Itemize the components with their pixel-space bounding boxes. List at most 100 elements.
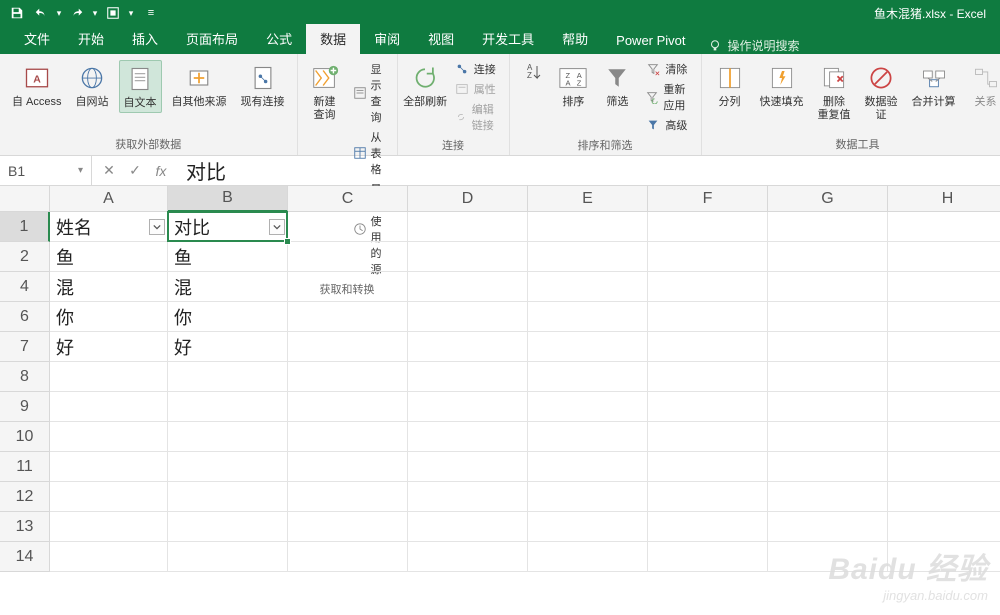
cell[interactable] [528, 242, 648, 272]
formula-bar[interactable]: 对比 [178, 156, 1000, 185]
dropdown-icon[interactable]: ▾ [90, 2, 100, 24]
connections-button[interactable]: 连接 [451, 60, 501, 78]
sort-button[interactable]: ZAAZ排序 [554, 60, 592, 111]
cell[interactable] [648, 422, 768, 452]
row-header[interactable]: 14 [0, 542, 50, 572]
cell[interactable] [288, 512, 408, 542]
tab-formulas[interactable]: 公式 [252, 24, 306, 54]
cell[interactable] [528, 512, 648, 542]
cell[interactable]: 鱼 [50, 242, 168, 272]
tab-layout[interactable]: 页面布局 [172, 24, 252, 54]
data-validation-button[interactable]: 数据验 证 [861, 60, 902, 124]
cell[interactable] [768, 542, 888, 572]
cell[interactable] [528, 392, 648, 422]
row-header[interactable]: 10 [0, 422, 50, 452]
advanced-filter-button[interactable]: 高级 [642, 116, 692, 134]
cell[interactable] [648, 362, 768, 392]
column-header[interactable]: G [768, 186, 888, 212]
cell[interactable] [528, 482, 648, 512]
column-header[interactable]: H [888, 186, 1000, 212]
filter-dropdown-icon[interactable] [269, 219, 285, 235]
tab-view[interactable]: 视图 [414, 24, 468, 54]
cell[interactable] [528, 542, 648, 572]
relationships-button[interactable]: 关系 [966, 60, 1000, 111]
cell[interactable] [768, 482, 888, 512]
row-header[interactable]: 7 [0, 332, 50, 362]
cell[interactable] [528, 422, 648, 452]
cell[interactable] [888, 482, 1000, 512]
cell[interactable] [768, 512, 888, 542]
cell[interactable] [408, 392, 528, 422]
row-header[interactable]: 6 [0, 302, 50, 332]
cell[interactable] [50, 482, 168, 512]
row-header[interactable]: 2 [0, 242, 50, 272]
cell[interactable] [288, 422, 408, 452]
text-to-columns-button[interactable]: 分列 [710, 60, 750, 111]
cell[interactable] [528, 212, 648, 242]
cell[interactable] [648, 512, 768, 542]
cell[interactable] [408, 452, 528, 482]
cell[interactable] [168, 392, 288, 422]
cell[interactable] [168, 482, 288, 512]
cell[interactable]: 混 [50, 272, 168, 302]
tab-review[interactable]: 审阅 [360, 24, 414, 54]
qat-more-icon[interactable]: ▾ [126, 2, 136, 24]
cell[interactable] [408, 482, 528, 512]
cell[interactable]: 鱼 [168, 242, 288, 272]
cell[interactable] [408, 542, 528, 572]
column-header[interactable]: A [50, 186, 168, 212]
chevron-down-icon[interactable]: ▾ [78, 165, 83, 176]
sort-az-button[interactable]: AZ [518, 60, 549, 84]
cell[interactable] [288, 242, 408, 272]
cell[interactable] [888, 362, 1000, 392]
row-header[interactable]: 13 [0, 512, 50, 542]
column-header[interactable]: B [168, 186, 288, 212]
cell[interactable]: 好 [168, 332, 288, 362]
cell[interactable] [168, 512, 288, 542]
cell[interactable] [888, 212, 1000, 242]
from-access-button[interactable]: A自 Access [8, 60, 66, 111]
cell[interactable] [528, 452, 648, 482]
cell[interactable] [648, 332, 768, 362]
cell[interactable] [888, 392, 1000, 422]
cell[interactable] [288, 452, 408, 482]
cell[interactable] [408, 302, 528, 332]
undo-icon[interactable] [30, 2, 52, 24]
cell[interactable] [288, 392, 408, 422]
cell[interactable] [768, 392, 888, 422]
tab-insert[interactable]: 插入 [118, 24, 172, 54]
cell[interactable] [648, 482, 768, 512]
cell[interactable] [288, 212, 408, 242]
cell[interactable] [648, 242, 768, 272]
cell[interactable] [408, 422, 528, 452]
cell[interactable] [648, 302, 768, 332]
remove-duplicates-button[interactable]: 删除 重复值 [814, 60, 855, 124]
cell[interactable] [408, 362, 528, 392]
cell[interactable]: 你 [50, 302, 168, 332]
name-box[interactable]: B1▾ [0, 156, 92, 185]
cancel-icon[interactable]: ✕ [98, 160, 120, 182]
save-icon[interactable] [6, 2, 28, 24]
cell[interactable] [888, 242, 1000, 272]
cell[interactable] [408, 212, 528, 242]
cell[interactable] [288, 272, 408, 302]
cell[interactable] [288, 542, 408, 572]
reapply-filter-button[interactable]: 重新应用 [642, 80, 692, 114]
cell[interactable] [288, 362, 408, 392]
from-other-button[interactable]: 自其他来源 [168, 60, 231, 111]
cell[interactable] [888, 512, 1000, 542]
cell[interactable] [50, 512, 168, 542]
cell[interactable] [888, 542, 1000, 572]
tab-data[interactable]: 数据 [306, 24, 360, 54]
filter-button[interactable]: 筛选 [598, 60, 636, 111]
cell[interactable] [648, 542, 768, 572]
qat-customize-icon[interactable]: ≡ [144, 2, 158, 24]
cell[interactable] [528, 302, 648, 332]
touch-mode-icon[interactable] [102, 2, 124, 24]
row-header[interactable]: 1 [0, 212, 50, 242]
cell[interactable] [768, 452, 888, 482]
cell[interactable] [50, 392, 168, 422]
cell[interactable] [408, 512, 528, 542]
cell[interactable] [768, 212, 888, 242]
flash-fill-button[interactable]: 快速填充 [756, 60, 808, 111]
